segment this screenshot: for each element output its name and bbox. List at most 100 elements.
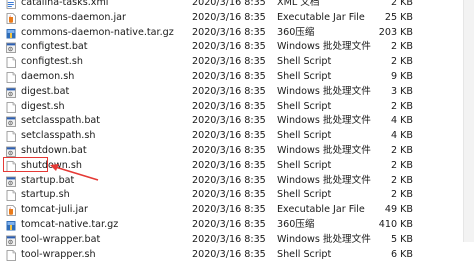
file-type: Shell Script xyxy=(277,189,332,201)
sh-file-icon xyxy=(6,249,16,261)
file-type: Windows 批处理文件 xyxy=(277,115,371,127)
file-name[interactable]: setclasspath.bat xyxy=(21,114,100,129)
file-size: 4 KB xyxy=(390,130,413,142)
file-date: 2020/3/16 8:35 xyxy=(192,56,266,68)
file-name[interactable]: commons-daemon.jar xyxy=(21,11,126,26)
file-size: 2 KB xyxy=(390,56,413,68)
sh-file-icon xyxy=(6,72,16,83)
file-type: Executable Jar File xyxy=(277,11,365,23)
bat-file-icon xyxy=(6,42,16,54)
file-name[interactable]: daemon.sh xyxy=(21,70,74,85)
file-date: 2020/3/16 8:35 xyxy=(192,41,266,53)
file-type: Shell Script xyxy=(277,130,332,142)
file-size: 2 KB xyxy=(390,174,413,186)
file-date: 2020/3/16 8:35 xyxy=(192,159,266,171)
file-type: Windows 批处理文件 xyxy=(277,174,371,186)
file-row[interactable]: setclasspath.sh 2020/3/16 8:35 Shell Scrip… xyxy=(0,129,474,144)
file-row[interactable]: commons-daemon.jar 2020/3/16 8:35 Executab… xyxy=(0,11,474,26)
bat-file-icon xyxy=(6,116,16,128)
sh-file-icon xyxy=(6,131,16,143)
file-size: 9 KB xyxy=(390,70,413,82)
file-type: Windows 批处理文件 xyxy=(277,85,371,97)
file-size: 2 KB xyxy=(390,100,413,112)
sh-file-icon xyxy=(6,160,16,172)
sh-file-icon xyxy=(6,101,16,113)
file-size: 2 KB xyxy=(390,159,413,171)
file-date: 2020/3/16 8:35 xyxy=(192,174,266,186)
file-name[interactable]: digest.bat xyxy=(21,85,69,100)
file-name[interactable]: tomcat-juli.jar xyxy=(21,203,88,218)
file-row[interactable]: daemon.sh 2020/3/16 8:35 Shell Script 9 KB xyxy=(0,70,474,85)
file-row[interactable]: startup.sh 2020/3/16 8:35 Shell Script 2 KB xyxy=(0,188,474,203)
file-name[interactable]: tool-wrapper.sh xyxy=(21,248,96,262)
file-size: 3 KB xyxy=(390,85,413,97)
file-row[interactable]: tomcat-native.tar.gz 2020/3/16 8:35 360压缩 4… xyxy=(0,218,474,233)
file-date: 2020/3/16 8:35 xyxy=(192,70,266,82)
file-name[interactable]: tomcat-native.tar.gz xyxy=(21,218,118,233)
file-date: 2020/3/16 8:35 xyxy=(192,204,266,216)
file-date: 2020/3/16 8:35 xyxy=(192,189,266,201)
file-row[interactable]: tool-wrapper.bat 2020/3/16 8:35 Windows 批处… xyxy=(0,233,474,248)
file-date: 2020/3/16 8:35 xyxy=(192,100,266,112)
archive-file-icon xyxy=(6,220,16,231)
file-name[interactable]: configtest.bat xyxy=(21,40,88,55)
file-size: 2 KB xyxy=(390,144,413,156)
sh-file-icon xyxy=(6,190,16,202)
file-list: catalina-tasks.xml 2020/3/16 8:35 XML 文档 2 … xyxy=(0,0,474,262)
file-type: Shell Script xyxy=(277,100,332,112)
file-name[interactable]: shutdown.bat xyxy=(21,144,87,159)
file-row[interactable]: shutdown.bat 2020/3/16 8:35 Windows 批处理文件 2… xyxy=(0,144,474,159)
file-size: 203 KB xyxy=(378,26,413,38)
file-size: 5 KB xyxy=(390,233,413,245)
file-date: 2020/3/16 8:35 xyxy=(192,115,266,127)
file-name[interactable]: catalina-tasks.xml xyxy=(21,0,108,11)
jar-file-icon xyxy=(6,12,16,24)
file-size: 49 KB xyxy=(384,204,413,216)
vertical-scrollbar[interactable] xyxy=(463,0,474,242)
file-date: 2020/3/16 8:35 xyxy=(192,85,266,97)
file-date: 2020/3/16 8:35 xyxy=(192,11,266,23)
jar-file-icon xyxy=(6,205,16,217)
file-name[interactable]: configtest.sh xyxy=(21,55,83,70)
file-row[interactable]: startup.bat 2020/3/16 8:35 Windows 批处理文件 2 … xyxy=(0,174,474,189)
file-size: 2 KB xyxy=(390,189,413,201)
file-name[interactable]: setclasspath.sh xyxy=(21,129,95,144)
file-size: 2 KB xyxy=(390,0,413,8)
file-name[interactable]: commons-daemon-native.tar.gz xyxy=(21,26,174,41)
file-name[interactable]: tool-wrapper.bat xyxy=(21,233,100,248)
file-type: Shell Script xyxy=(277,248,332,260)
file-row[interactable]: tomcat-juli.jar 2020/3/16 8:35 Executable … xyxy=(0,203,474,218)
file-row[interactable]: configtest.bat 2020/3/16 8:35 Windows 批处理文… xyxy=(0,40,474,55)
file-row[interactable]: digest.bat 2020/3/16 8:35 Windows 批处理文件 3 K… xyxy=(0,85,474,100)
file-explorer: { "files": [ {"name":"catalina-tasks.xml… xyxy=(0,0,474,261)
archive-file-icon xyxy=(6,28,16,39)
file-type: Executable Jar File xyxy=(277,204,365,216)
file-type: Shell Script xyxy=(277,56,332,68)
bat-file-icon xyxy=(6,176,16,187)
file-type: Shell Script xyxy=(277,159,332,171)
file-name[interactable]: shutdown.sh xyxy=(21,159,82,174)
file-name[interactable]: startup.bat xyxy=(21,174,74,189)
file-type: 360压缩 xyxy=(277,218,315,230)
bat-file-icon xyxy=(6,87,16,98)
file-size: 4 KB xyxy=(390,115,413,127)
file-row[interactable]: setclasspath.bat 2020/3/16 8:35 Windows 批处… xyxy=(0,114,474,129)
sh-file-icon xyxy=(6,57,16,69)
file-size: 2 KB xyxy=(390,41,413,53)
file-type: Windows 批处理文件 xyxy=(277,233,371,245)
file-size: 410 KB xyxy=(378,218,413,230)
file-row[interactable]: configtest.sh 2020/3/16 8:35 Shell Script 2… xyxy=(0,55,474,70)
file-type: Shell Script xyxy=(277,70,332,82)
file-type: XML 文档 xyxy=(277,0,320,8)
xml-file-icon xyxy=(6,0,16,9)
file-row[interactable]: digest.sh 2020/3/16 8:35 Shell Script 2 KB xyxy=(0,100,474,115)
file-name[interactable]: digest.sh xyxy=(21,100,65,115)
file-name[interactable]: startup.sh xyxy=(21,188,70,203)
file-row[interactable]: tool-wrapper.sh 2020/3/16 8:35 Shell Scrip… xyxy=(0,248,474,262)
file-row[interactable]: catalina-tasks.xml 2020/3/16 8:35 XML 文档 2 … xyxy=(0,0,474,11)
file-type: Windows 批处理文件 xyxy=(277,144,371,156)
file-row[interactable]: commons-daemon-native.tar.gz 2020/3/16 8:… xyxy=(0,26,474,41)
file-row[interactable]: shutdown.sh 2020/3/16 8:35 Shell Script 2 K… xyxy=(0,159,474,174)
file-date: 2020/3/16 8:35 xyxy=(192,248,266,260)
file-size: 25 KB xyxy=(384,11,413,23)
